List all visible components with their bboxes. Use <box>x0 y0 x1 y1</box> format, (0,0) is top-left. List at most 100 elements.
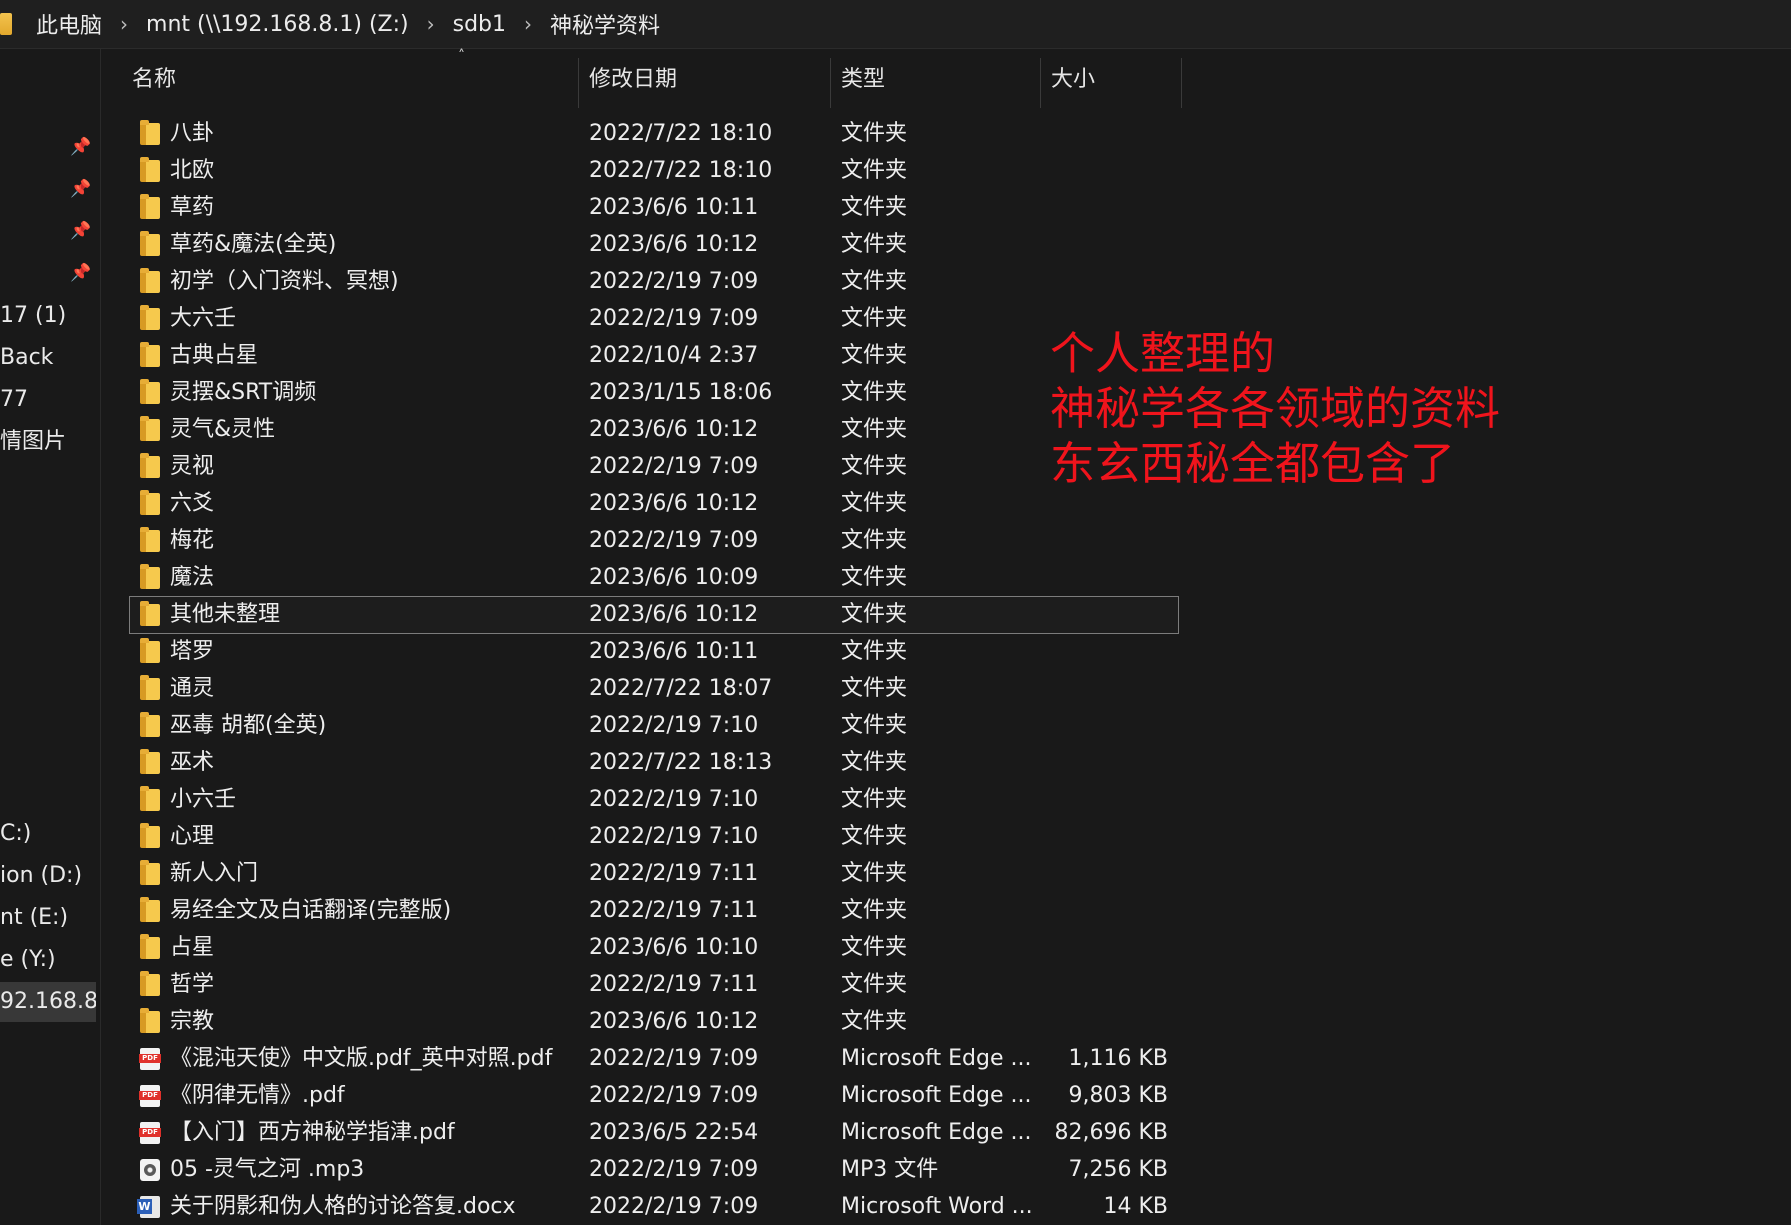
nav-item[interactable]: 情图片 <box>0 422 100 462</box>
folder-icon <box>140 416 160 441</box>
file-date-modified: 2022/2/19 7:11 <box>589 898 759 923</box>
breadcrumb-this-pc[interactable]: 此电脑 <box>36 8 102 40</box>
folder-icon <box>140 860 160 885</box>
file-date-modified: 2022/2/19 7:09 <box>589 306 759 331</box>
file-name: 占星 <box>170 935 215 960</box>
file-row[interactable]: 易经全文及白话翻译(完整版) 2022/2/19 7:11 文件夹 <box>130 893 1178 929</box>
file-row[interactable]: 灵气&灵性 2023/6/6 10:12 文件夹 <box>130 412 1178 448</box>
folder-icon <box>140 194 160 219</box>
file-row[interactable]: 梅花 2022/2/19 7:09 文件夹 <box>130 523 1178 559</box>
file-row[interactable]: 灵视 2022/2/19 7:09 文件夹 <box>130 449 1178 485</box>
folder-icon <box>140 564 160 589</box>
file-name: 关于阴影和伪人格的讨论答复.docx <box>170 1194 516 1219</box>
file-type: 文件夹 <box>841 195 908 220</box>
file-row[interactable]: 八卦 2022/7/22 18:10 文件夹 <box>130 116 1178 152</box>
file-date-modified: 2022/7/22 18:10 <box>589 158 773 183</box>
file-name: 【入门】西方神秘学指津.pdf <box>170 1120 455 1145</box>
nav-item-drive-e[interactable]: nt (E:) <box>0 898 100 938</box>
file-row[interactable]: 六爻 2023/6/6 10:12 文件夹 <box>130 486 1178 522</box>
file-row[interactable]: 草药 2023/6/6 10:11 文件夹 <box>130 190 1178 226</box>
file-row[interactable]: 《阴律无情》.pdf 2022/2/19 7:09 Microsoft Edge .… <box>130 1078 1178 1114</box>
file-name: 八卦 <box>170 121 215 146</box>
file-row[interactable]: 占星 2023/6/6 10:10 文件夹 <box>130 930 1178 966</box>
pdf-icon <box>139 1085 161 1107</box>
file-row[interactable]: 草药&魔法(全英) 2023/6/6 10:12 文件夹 <box>130 227 1178 263</box>
file-row[interactable]: 古典占星 2022/10/4 2:37 文件夹 <box>130 338 1178 374</box>
file-date-modified: 2022/2/19 7:09 <box>589 269 759 294</box>
file-size: 9,803 KB <box>1068 1083 1169 1108</box>
pin-icon[interactable]: 📌 <box>70 221 91 241</box>
folder-icon <box>140 157 160 182</box>
address-bar[interactable]: 此电脑 › mnt (\\192.168.8.1) (Z:) › sdb1 › … <box>0 0 1791 49</box>
file-row[interactable]: 哲学 2022/2/19 7:11 文件夹 <box>130 967 1178 1003</box>
column-size[interactable]: 大小 <box>1051 52 1095 108</box>
column-type[interactable]: 类型 <box>841 52 885 108</box>
file-date-modified: 2022/7/22 18:13 <box>589 750 773 775</box>
file-row[interactable]: 巫术 2022/7/22 18:13 文件夹 <box>130 745 1178 781</box>
nav-item[interactable]: 77 <box>0 380 100 420</box>
file-row[interactable]: 宗教 2023/6/6 10:12 文件夹 <box>130 1004 1178 1040</box>
file-row[interactable]: 北欧 2022/7/22 18:10 文件夹 <box>130 153 1178 189</box>
file-type: 文件夹 <box>841 454 908 479</box>
mp3-icon <box>140 1159 160 1181</box>
column-divider[interactable] <box>1040 58 1041 108</box>
docx-icon <box>137 1196 160 1218</box>
nav-item-network-drive[interactable]: 92.168.8.1 <box>0 982 96 1022</box>
file-row[interactable]: 心理 2022/2/19 7:10 文件夹 <box>130 819 1178 855</box>
annotation-line: 神秘学各各领域的资料 <box>1050 382 1501 435</box>
pin-icon[interactable]: 📌 <box>70 263 91 283</box>
file-type: 文件夹 <box>841 491 908 516</box>
chevron-right-icon[interactable]: › <box>427 12 435 36</box>
file-row[interactable]: 小六壬 2022/2/19 7:10 文件夹 <box>130 782 1178 818</box>
file-name: 塔罗 <box>170 639 215 664</box>
column-divider[interactable] <box>1181 58 1182 108</box>
file-row[interactable]: 灵摆&SRT调频 2023/1/15 18:06 文件夹 <box>130 375 1178 411</box>
file-row[interactable]: 大六壬 2022/2/19 7:09 文件夹 <box>130 301 1178 337</box>
folder-icon <box>140 934 160 959</box>
file-row[interactable]: 05 -灵气之河 .mp3 2022/2/19 7:09 MP3 文件 7,256 K… <box>130 1152 1178 1188</box>
file-name: 易经全文及白话翻译(完整版) <box>170 898 452 923</box>
file-row[interactable]: 关于阴影和伪人格的讨论答复.docx 2022/2/19 7:09 Microsof… <box>130 1189 1178 1225</box>
file-type: 文件夹 <box>841 898 908 923</box>
file-row[interactable]: 【入门】西方神秘学指津.pdf 2023/6/5 22:54 Microsoft E… <box>130 1115 1178 1151</box>
nav-item-drive-y[interactable]: e (Y:) <box>0 940 100 980</box>
file-row[interactable]: 新人入门 2022/2/19 7:11 文件夹 <box>130 856 1178 892</box>
file-type: Microsoft Edge ... <box>841 1083 1032 1108</box>
file-name: 巫术 <box>170 750 215 775</box>
breadcrumb-network-drive[interactable]: mnt (\\192.168.8.1) (Z:) <box>146 12 409 37</box>
file-row[interactable]: 《混沌天使》中文版.pdf_英中对照.pdf 2022/2/19 7:09 Micr… <box>130 1041 1178 1077</box>
column-header: ˄ 名称 修改日期 类型 大小 <box>117 48 1791 108</box>
chevron-right-icon[interactable]: › <box>524 12 532 36</box>
file-date-modified: 2022/2/19 7:10 <box>589 787 759 812</box>
column-divider[interactable] <box>830 58 831 108</box>
nav-item[interactable]: 17 (1) <box>0 296 100 336</box>
file-date-modified: 2022/2/19 7:09 <box>589 454 759 479</box>
file-date-modified: 2022/7/22 18:07 <box>589 676 773 701</box>
file-type: 文件夹 <box>841 676 908 701</box>
column-date-modified[interactable]: 修改日期 <box>589 52 677 108</box>
file-date-modified: 2023/6/6 10:12 <box>589 232 759 257</box>
file-row-selected[interactable]: 其他未整理 2023/6/6 10:12 文件夹 <box>129 596 1179 634</box>
pin-icon[interactable]: 📌 <box>70 137 91 157</box>
file-row[interactable]: 初学（入门资料、冥想) 2022/2/19 7:09 文件夹 <box>130 264 1178 300</box>
file-name: 《混沌天使》中文版.pdf_英中对照.pdf <box>170 1046 553 1071</box>
file-row[interactable]: 魔法 2023/6/6 10:09 文件夹 <box>130 560 1178 596</box>
annotation-line: 东玄西秘全都包含了 <box>1050 437 1456 490</box>
nav-item[interactable]: Back <box>0 338 100 378</box>
pin-icon[interactable]: 📌 <box>70 179 91 199</box>
file-row[interactable]: 巫毒 胡都(全英) 2022/2/19 7:10 文件夹 <box>130 708 1178 744</box>
file-row[interactable]: 塔罗 2023/6/6 10:11 文件夹 <box>130 634 1178 670</box>
breadcrumb-sdb1[interactable]: sdb1 <box>453 12 506 37</box>
file-date-modified: 2022/2/19 7:10 <box>589 713 759 738</box>
folder-icon <box>140 453 160 478</box>
breadcrumb-current-folder[interactable]: 神秘学资料 <box>550 8 660 40</box>
chevron-right-icon[interactable]: › <box>120 12 128 36</box>
column-name[interactable]: 名称 <box>132 52 176 108</box>
file-row[interactable]: 通灵 2022/7/22 18:07 文件夹 <box>130 671 1178 707</box>
folder-icon <box>140 120 160 145</box>
nav-item-drive-c[interactable]: C:) <box>0 814 100 854</box>
file-name: 大六壬 <box>170 306 237 331</box>
nav-item-drive-d[interactable]: ion (D:) <box>0 856 100 896</box>
file-name: 灵视 <box>170 454 215 479</box>
column-divider[interactable] <box>578 58 579 108</box>
